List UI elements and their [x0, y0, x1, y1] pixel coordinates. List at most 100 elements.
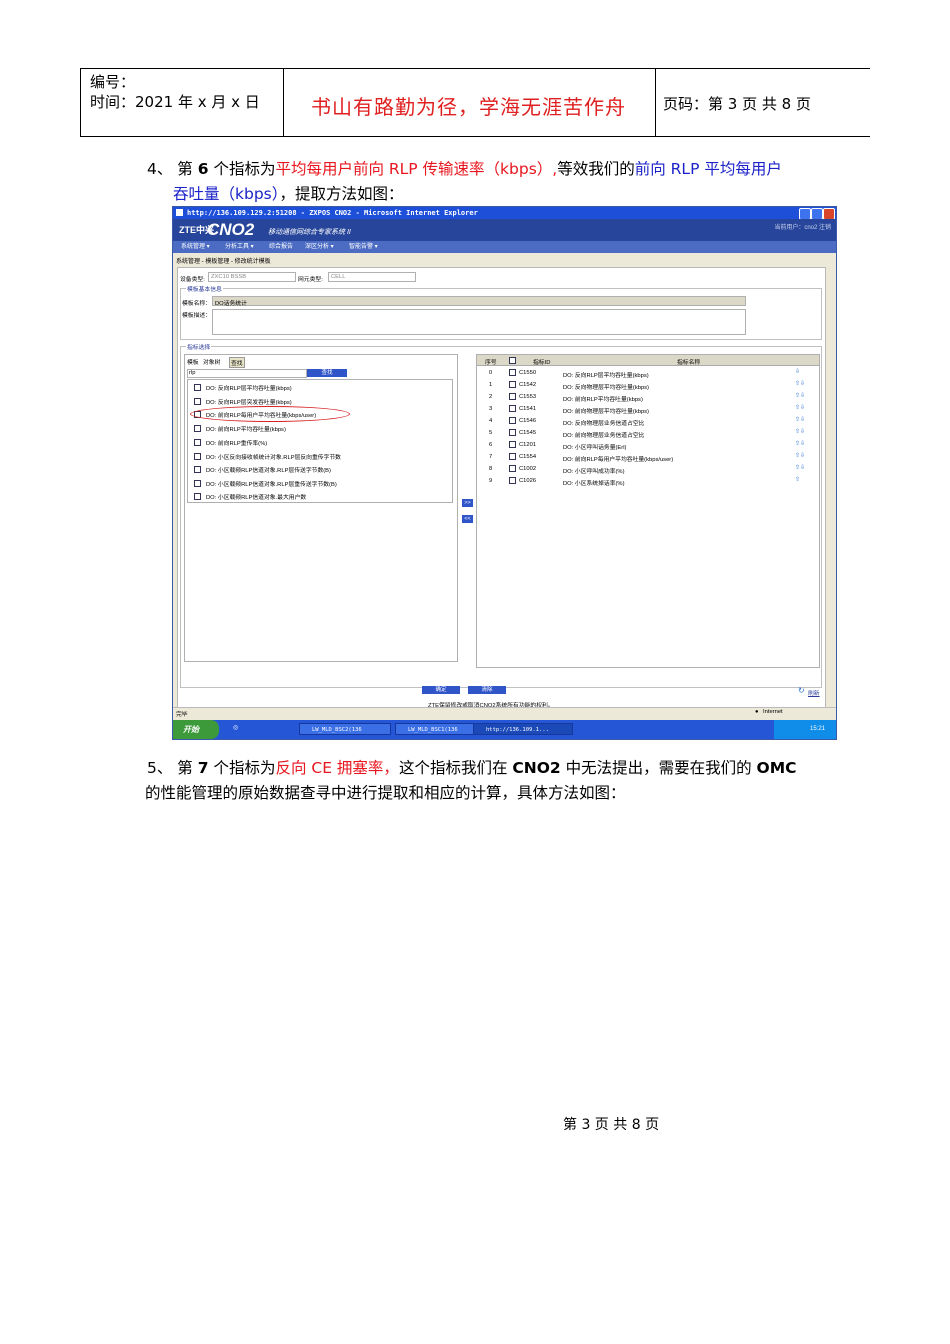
refresh-icon[interactable]: ↻	[798, 686, 805, 695]
checkbox[interactable]	[194, 453, 201, 460]
list-item[interactable]: DO: 小区反向接收帧统计对象.RLP层反向重传字节数	[206, 452, 341, 461]
move-up-down-icon[interactable]: ⇧⇩	[795, 452, 805, 459]
search-button[interactable]: 查找	[307, 369, 347, 377]
table-row[interactable]: 0 C1550 DO: 反向RLP层平均吞吐量(kbps) ⇩	[477, 368, 819, 380]
row-checkbox[interactable]	[509, 417, 516, 424]
highlight-ellipse	[190, 406, 350, 422]
row-checkbox[interactable]	[509, 369, 516, 376]
clear-button[interactable]: 清除	[468, 686, 506, 694]
remove-indicator-button[interactable]: <<	[462, 515, 473, 523]
search-input[interactable]: rlp	[187, 369, 307, 378]
row-checkbox[interactable]	[509, 465, 516, 472]
add-indicator-button[interactable]: >>	[462, 499, 473, 507]
breadcrumb: 系统管理 - 模板管理 - 修改统计模板	[176, 259, 271, 265]
template-desc-input[interactable]	[212, 309, 746, 335]
row-checkbox[interactable]	[509, 405, 516, 412]
row-checkbox[interactable]	[509, 453, 516, 460]
menu-report[interactable]: 综合报告	[269, 241, 293, 253]
row-id: C1002	[519, 466, 537, 472]
list-item[interactable]: DO: 反向RLP层平均吞吐量(kbps)	[206, 383, 292, 392]
select-all-checkbox[interactable]	[509, 357, 516, 364]
page-label: 页码：第 3 页 共 8 页	[663, 95, 811, 113]
row-checkbox[interactable]	[509, 441, 516, 448]
app-menu-bar: 系统管理 ▾ 分析工具 ▾ 综合报告 深区分析 ▾ 智能告警 ▾	[173, 241, 836, 253]
move-up-icon[interactable]: ⇧	[795, 476, 800, 483]
search-result-list: DO: 反向RLP层平均吞吐量(kbps) DO: 反向RLP层突发吞吐量(kb…	[187, 379, 453, 503]
checkbox[interactable]	[194, 425, 201, 432]
list-item[interactable]: DO: 反向RLP层突发吞吐量(kbps)	[206, 397, 292, 406]
move-down-icon[interactable]: ⇩	[795, 368, 800, 375]
move-up-down-icon[interactable]: ⇧⇩	[795, 404, 805, 411]
table-row[interactable]: 5 C1545 DO: 前向物理层业务信道占空比 ⇧⇩	[477, 428, 819, 440]
table-row[interactable]: 8 C1002 DO: 小区呼叫成功率(%) ⇧⇩	[477, 464, 819, 476]
table-row[interactable]: 7 C1554 DO: 前向RLP每用户平均吞吐量(kbps/user) ⇧⇩	[477, 452, 819, 464]
number-label: 编号：	[90, 73, 136, 91]
table-row[interactable]: 2 C1553 DO: 前向RLP平均吞吐量(kbps) ⇧⇩	[477, 392, 819, 404]
confirm-button[interactable]: 确定	[422, 686, 460, 694]
table-row[interactable]: 3 C1541 DO: 前向物理层平均吞吐量(kbps) ⇧⇩	[477, 404, 819, 416]
move-up-down-icon[interactable]: ⇧⇩	[795, 428, 805, 435]
list-item[interactable]: DO: 小区载频RLP信道对象.最大用户数	[206, 492, 306, 501]
menu-alarm[interactable]: 智能告警 ▾	[349, 241, 378, 253]
status-text: 完毕	[176, 712, 188, 718]
refresh-link[interactable]: 刷新	[808, 688, 820, 697]
checkbox[interactable]	[194, 493, 201, 500]
window-title: http://136.109.129.2:51208 - ZXPOS CNO2 …	[187, 209, 478, 217]
checkbox[interactable]	[194, 480, 201, 487]
tab-object-tree[interactable]: 对象树	[203, 357, 220, 366]
task-item[interactable]: LW_MLD_BSC2(136	[299, 723, 391, 735]
paragraph-4-line-1: 4、 第 6 个指标为平均每用户前向 RLP 传输速率（kbps）,等效我们的前…	[147, 157, 847, 182]
move-up-down-icon[interactable]: ⇧⇩	[795, 440, 805, 447]
template-name-input[interactable]: DO话务统计	[212, 296, 746, 307]
device-type-select[interactable]: ZXC10 BSSB	[208, 272, 296, 282]
row-checkbox[interactable]	[509, 477, 516, 484]
user-info[interactable]: 当前用户：cno2 注销	[774, 222, 831, 231]
ie-icon	[176, 209, 183, 216]
time-label: 时间：2021 年 x 月 x 日	[90, 93, 260, 111]
row-checkbox[interactable]	[509, 381, 516, 388]
menu-system[interactable]: 系统管理 ▾	[181, 241, 210, 253]
checkbox[interactable]	[194, 398, 201, 405]
quicklaunch-ie-icon[interactable]: ◎	[233, 725, 238, 731]
app-banner: ZTE中兴 CNO2 移动通信网综合专家系统 II 当前用户：cno2 注销	[173, 219, 836, 241]
checkbox[interactable]	[194, 439, 201, 446]
row-checkbox[interactable]	[509, 393, 516, 400]
move-up-down-icon[interactable]: ⇧⇩	[795, 416, 805, 423]
list-item[interactable]: DO: 小区载频RLP信道对象.RLP层传送字节数(B)	[206, 465, 331, 474]
tab-template[interactable]: 模板	[187, 357, 199, 366]
checkbox[interactable]	[194, 384, 201, 391]
row-seq: 7	[489, 454, 493, 460]
menu-tools[interactable]: 分析工具 ▾	[225, 241, 254, 253]
move-up-down-icon[interactable]: ⇧⇩	[795, 380, 805, 387]
row-name: DO: 前向物理层平均吞吐量(kbps)	[563, 409, 649, 415]
selected-table-header: 序号 指标ID 指标名称	[477, 355, 819, 366]
table-row[interactable]: 4 C1546 DO: 反向物理层业务信道占空比 ⇧⇩	[477, 416, 819, 428]
menu-area[interactable]: 深区分析 ▾	[305, 241, 334, 253]
list-item[interactable]: DO: 小区载频RLP信道对象.RLP层重传送字节数(B)	[206, 479, 337, 488]
table-row[interactable]: 9 C1026 DO: 小区系统掉话率(%) ⇧	[477, 476, 819, 488]
move-up-down-icon[interactable]: ⇧⇩	[795, 464, 805, 471]
move-up-down-icon[interactable]: ⇧⇩	[795, 392, 805, 399]
checkbox[interactable]	[194, 466, 201, 473]
row-seq: 5	[489, 430, 493, 436]
list-item[interactable]: DO: 前向RLP平均吞吐量(kbps)	[206, 424, 286, 433]
ne-type-select[interactable]: CELL	[328, 272, 416, 282]
para5-mid: 个指标为	[208, 759, 276, 777]
paragraph-5-line-1: 5、 第 7 个指标为反向 CE 拥塞率，这个指标我们在 CNO2 中无法提出，…	[147, 756, 867, 781]
paragraph-5: 5、 第 7 个指标为反向 CE 拥塞率，这个指标我们在 CNO2 中无法提出，…	[145, 756, 867, 806]
task-item-active[interactable]: http://136.109.1...	[473, 723, 573, 735]
row-name: DO: 反向物理层平均吞吐量(kbps)	[563, 385, 649, 391]
template-name-label: 模板名称：	[182, 301, 211, 307]
row-id: C1553	[519, 394, 537, 400]
tab-search[interactable]: 查找	[229, 357, 245, 368]
start-button[interactable]: 开始	[173, 720, 219, 739]
table-row[interactable]: 1 C1542 DO: 反向物理层平均吞吐量(kbps) ⇧⇩	[477, 380, 819, 392]
row-seq: 3	[489, 406, 493, 412]
row-checkbox[interactable]	[509, 429, 516, 436]
para5-omc: OMC	[756, 759, 797, 777]
list-item[interactable]: DO: 前向RLP重传率(%)	[206, 438, 267, 447]
app-subtitle: 移动通信网综合专家系统 II	[268, 229, 351, 236]
table-row[interactable]: 6 C1201 DO: 小区呼叫话务量(Erl) ⇧⇩	[477, 440, 819, 452]
row-seq: 2	[489, 394, 493, 400]
row-id: C1554	[519, 454, 537, 460]
